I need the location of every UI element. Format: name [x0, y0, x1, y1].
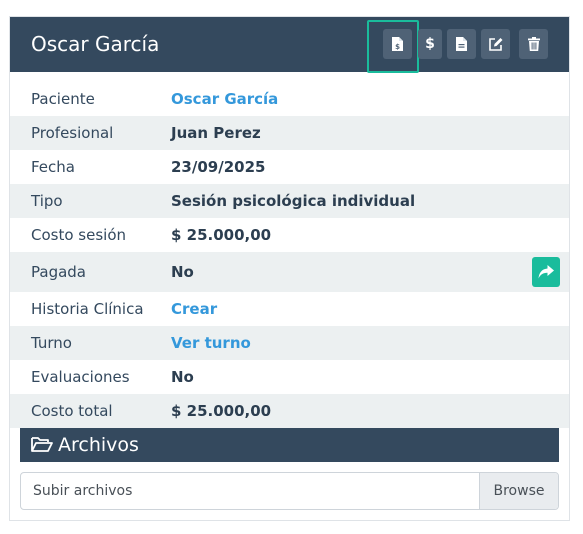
trash-icon: [527, 37, 540, 51]
details-table: Paciente Oscar García Profesional Juan P…: [10, 82, 569, 428]
detail-label: Profesional: [31, 124, 114, 142]
edit-button[interactable]: [481, 29, 510, 59]
document-button[interactable]: [447, 29, 476, 59]
patient-link[interactable]: Oscar García: [171, 82, 278, 116]
card-header: Oscar García $ $: [10, 17, 569, 73]
detail-label: Historia Clínica: [31, 300, 144, 318]
view-appointment-link[interactable]: Ver turno: [171, 326, 251, 360]
file-invoice-icon: $: [392, 37, 403, 51]
dollar-icon: $: [425, 36, 435, 52]
delete-button[interactable]: [519, 29, 548, 59]
browse-button[interactable]: Browse: [479, 473, 558, 509]
detail-row-historia-clinica: Historia Clínica Crear: [10, 292, 569, 326]
detail-row-evaluaciones: Evaluaciones No: [10, 360, 569, 394]
share-icon: [538, 265, 554, 279]
edit-icon: [489, 37, 503, 51]
file-upload-placeholder: Subir archivos: [33, 483, 133, 499]
detail-row-turno: Turno Ver turno: [10, 326, 569, 360]
detail-label: Evaluaciones: [31, 368, 130, 386]
detail-label: Fecha: [31, 158, 75, 176]
detail-value: No: [171, 263, 194, 281]
mark-paid-button[interactable]: [532, 257, 560, 287]
detail-row-pagada: Pagada No: [10, 252, 569, 292]
invoice-button[interactable]: $: [383, 29, 412, 59]
detail-row-fecha: Fecha 23/09/2025: [10, 150, 569, 184]
file-text-icon: [456, 37, 467, 51]
folder-open-icon: [31, 437, 53, 452]
detail-row-costo-sesion: Costo sesión $ 25.000,00: [10, 218, 569, 252]
detail-value: Juan Perez: [171, 124, 261, 142]
detail-value: Sesión psicológica individual: [171, 192, 416, 210]
detail-value: $ 25.000,00: [171, 402, 272, 420]
detail-value: $ 25.000,00: [171, 226, 272, 244]
detail-label: Costo sesión: [31, 226, 127, 244]
card-title: Oscar García: [31, 32, 160, 56]
appointment-card: Oscar García $ $ Paciente Oscar García P…: [9, 16, 570, 521]
files-section-header: Archivos: [20, 428, 559, 462]
detail-row-tipo: Tipo Sesión psicológica individual: [10, 184, 569, 218]
detail-row-profesional: Profesional Juan Perez: [10, 116, 569, 150]
detail-label: Pagada: [31, 263, 86, 281]
detail-row-costo-total: Costo total $ 25.000,00: [10, 394, 569, 428]
detail-label: Paciente: [31, 90, 95, 108]
detail-value: No: [171, 368, 194, 386]
detail-label: Costo total: [31, 402, 113, 420]
detail-label: Turno: [31, 334, 72, 352]
create-history-link[interactable]: Crear: [171, 292, 217, 326]
detail-value: 23/09/2025: [171, 158, 266, 176]
payment-button[interactable]: $: [418, 29, 442, 59]
detail-label: Tipo: [31, 192, 63, 210]
svg-text:$: $: [395, 43, 400, 51]
file-upload-input[interactable]: Subir archivos Browse: [20, 472, 559, 510]
detail-row-paciente: Paciente Oscar García: [10, 82, 569, 116]
files-section-title: Archivos: [58, 434, 139, 456]
